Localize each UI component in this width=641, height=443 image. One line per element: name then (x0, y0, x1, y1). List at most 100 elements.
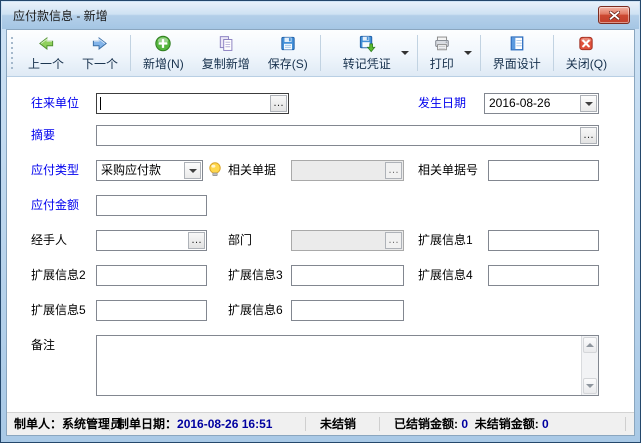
post-voucher-dropdown[interactable] (400, 32, 414, 74)
new-button[interactable]: 新增(N) (134, 32, 193, 74)
remark-field (96, 335, 599, 396)
creator-status: 制单人：系统管理员 (14, 413, 122, 435)
post-voucher-icon (357, 34, 377, 53)
department-label: 部门 (228, 230, 252, 251)
ext5-input[interactable] (96, 300, 207, 321)
print-button[interactable]: 打印 (421, 32, 463, 74)
chevron-down-icon (464, 51, 472, 55)
close-red-icon (576, 34, 596, 53)
summary-field: … (96, 125, 599, 146)
titlebar: 应付款信息 - 新增 (2, 2, 639, 29)
partner-field: … (96, 93, 289, 114)
toolbar-separator (130, 35, 131, 71)
payable-type-dropdown-button[interactable] (184, 162, 201, 179)
occur-date-combo[interactable]: 2016-08-26 (484, 93, 599, 114)
handler-input[interactable] (97, 231, 187, 250)
occur-date-dropdown-button[interactable] (580, 95, 597, 112)
arrow-left-icon (36, 34, 56, 53)
department-lookup-button[interactable]: … (385, 232, 402, 249)
ext1-input[interactable] (488, 230, 599, 251)
triangle-down-icon (586, 384, 594, 388)
handler-label: 经手人 (31, 230, 67, 251)
toolbar-separator (320, 35, 321, 71)
ext2-label: 扩展信息2 (31, 265, 86, 286)
creator-value: 系统管理员 (62, 417, 122, 431)
related-doc-lookup-button[interactable]: … (385, 162, 402, 179)
post-voucher-button[interactable]: 转记凭证 (334, 32, 400, 74)
ui-design-button[interactable]: 界面设计 (484, 32, 550, 74)
ext4-input[interactable] (488, 265, 599, 286)
chevron-down-icon (189, 169, 197, 173)
toolbar: 上一个 下一个 新增(N) (7, 30, 634, 77)
ext3-input[interactable] (291, 265, 404, 286)
related-doc-no-input[interactable] (488, 160, 599, 181)
settled-amount-label: 已结销金额: (394, 417, 458, 431)
toolbar-separator (417, 35, 418, 71)
payable-amount-label: 应付金额 (31, 195, 79, 216)
ext2-input[interactable] (96, 265, 207, 286)
add-icon (153, 34, 173, 53)
statusbar: 制单人：系统管理员 制单日期：2016-08-26 16:51 未结销 已结销金… (7, 412, 634, 435)
previous-button[interactable]: 上一个 (19, 32, 73, 74)
related-doc-input (292, 161, 384, 180)
related-doc-field: … (291, 160, 404, 181)
close-icon (609, 11, 620, 20)
ext3-label: 扩展信息3 (228, 265, 283, 286)
form-area: 往来单位 … 发生日期 2016-08-26 摘要 … 应付类型 采购应付款 (7, 77, 634, 412)
writeoff-status-badge: 未结销 (320, 413, 356, 435)
client-area: 上一个 下一个 新增(N) (6, 29, 635, 436)
payable-type-combo[interactable]: 采购应付款 (96, 160, 203, 181)
print-dropdown[interactable] (463, 32, 477, 74)
partner-label: 往来单位 (31, 93, 79, 114)
occur-date-value: 2016-08-26 (489, 94, 550, 115)
partner-lookup-button[interactable]: … (270, 95, 287, 112)
ui-design-icon (507, 34, 527, 53)
department-field: … (291, 230, 404, 251)
handler-lookup-button[interactable]: … (188, 232, 205, 249)
creator-label: 制单人： (14, 417, 62, 431)
copy-new-label: 复制新增 (202, 55, 250, 72)
status-separator (305, 417, 306, 431)
ext1-label: 扩展信息1 (418, 230, 473, 251)
status-separator (625, 417, 626, 431)
toolbar-separator (553, 35, 554, 71)
handler-field: … (96, 230, 207, 251)
payable-amount-input[interactable] (96, 195, 207, 216)
partner-input[interactable] (97, 94, 269, 113)
related-doc-no-label: 相关单据号 (418, 160, 478, 181)
chevron-down-icon (401, 51, 409, 55)
copy-new-button[interactable]: 复制新增 (193, 32, 259, 74)
ui-design-label: 界面设计 (493, 55, 541, 72)
summary-lookup-button[interactable]: … (580, 127, 597, 144)
payable-info-window: 应付款信息 - 新增 上一个 (0, 0, 641, 443)
related-doc-label: 相关单据 (228, 160, 276, 181)
print-label: 打印 (430, 55, 454, 72)
previous-label: 上一个 (28, 55, 64, 72)
payable-type-value: 采购应付款 (101, 161, 161, 182)
remark-label: 备注 (31, 335, 55, 356)
amounts-status: 已结销金额: 0 未结销金额: 0 (394, 413, 549, 435)
toolbar-grip-handle[interactable] (10, 36, 17, 70)
status-separator (109, 417, 110, 431)
created-date-label: 制单日期： (117, 417, 177, 431)
copy-add-icon (216, 34, 236, 53)
save-icon (278, 34, 298, 53)
status-separator (379, 417, 380, 431)
ext6-input[interactable] (291, 300, 404, 321)
remark-scrollbar[interactable] (581, 336, 598, 395)
remark-textarea[interactable] (97, 336, 581, 395)
save-button[interactable]: 保存(S) (259, 32, 317, 74)
scroll-up-button[interactable] (583, 337, 597, 353)
close-button[interactable]: 关闭(Q) (557, 32, 616, 74)
settled-amount-value: 0 (461, 417, 468, 431)
window-close-button[interactable] (598, 6, 630, 24)
scroll-down-button[interactable] (583, 378, 597, 394)
post-voucher-label: 转记凭证 (343, 55, 391, 72)
next-button[interactable]: 下一个 (73, 32, 127, 74)
summary-label: 摘要 (31, 125, 55, 146)
new-label: 新增(N) (143, 55, 184, 72)
summary-input[interactable] (97, 126, 579, 145)
arrow-right-icon (90, 34, 110, 53)
ext4-label: 扩展信息4 (418, 265, 473, 286)
next-label: 下一个 (82, 55, 118, 72)
